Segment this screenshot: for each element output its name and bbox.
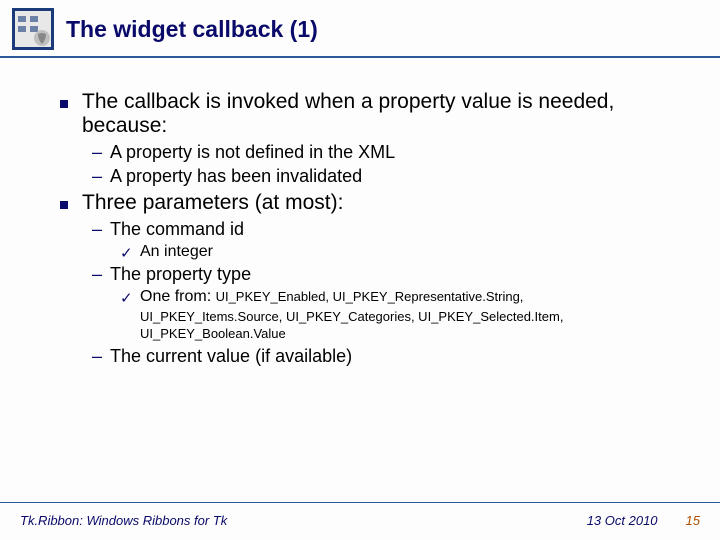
slide-title: The widget callback (1): [66, 16, 318, 43]
bullet-level1: Three parameters (at most):: [60, 191, 690, 215]
bullet-level2: The property type: [92, 264, 690, 285]
bullet-level2: The command id: [92, 219, 690, 240]
institution-logo-icon: [12, 8, 54, 50]
footer-page-number: 15: [686, 513, 700, 528]
footer-right: 13 Oct 2010 15: [587, 513, 700, 528]
bullet-level2: The current value (if available): [92, 346, 690, 367]
bullet-level3: An integer: [120, 243, 690, 261]
slide-footer: Tk.Ribbon: Windows Ribbons for Tk 13 Oct…: [0, 502, 720, 528]
bullet-level1: The callback is invoked when a property …: [60, 90, 690, 138]
footer-date: 13 Oct 2010: [587, 513, 658, 528]
bullet-level2: A property is not defined in the XML: [92, 142, 690, 163]
enum-values-line1: UI_PKEY_Enabled, UI_PKEY_Representative.…: [216, 289, 524, 304]
footer-title: Tk.Ribbon: Windows Ribbons for Tk: [20, 513, 227, 528]
slide-header: The widget callback (1): [0, 0, 720, 58]
enum-prefix: One from:: [140, 288, 216, 305]
slide-content: The callback is invoked when a property …: [0, 58, 720, 367]
enum-values-line2: UI_PKEY_Items.Source, UI_PKEY_Categories…: [140, 309, 690, 343]
bullet-level3: One from: UI_PKEY_Enabled, UI_PKEY_Repre…: [120, 288, 690, 306]
bullet-level2: A property has been invalidated: [92, 166, 690, 187]
